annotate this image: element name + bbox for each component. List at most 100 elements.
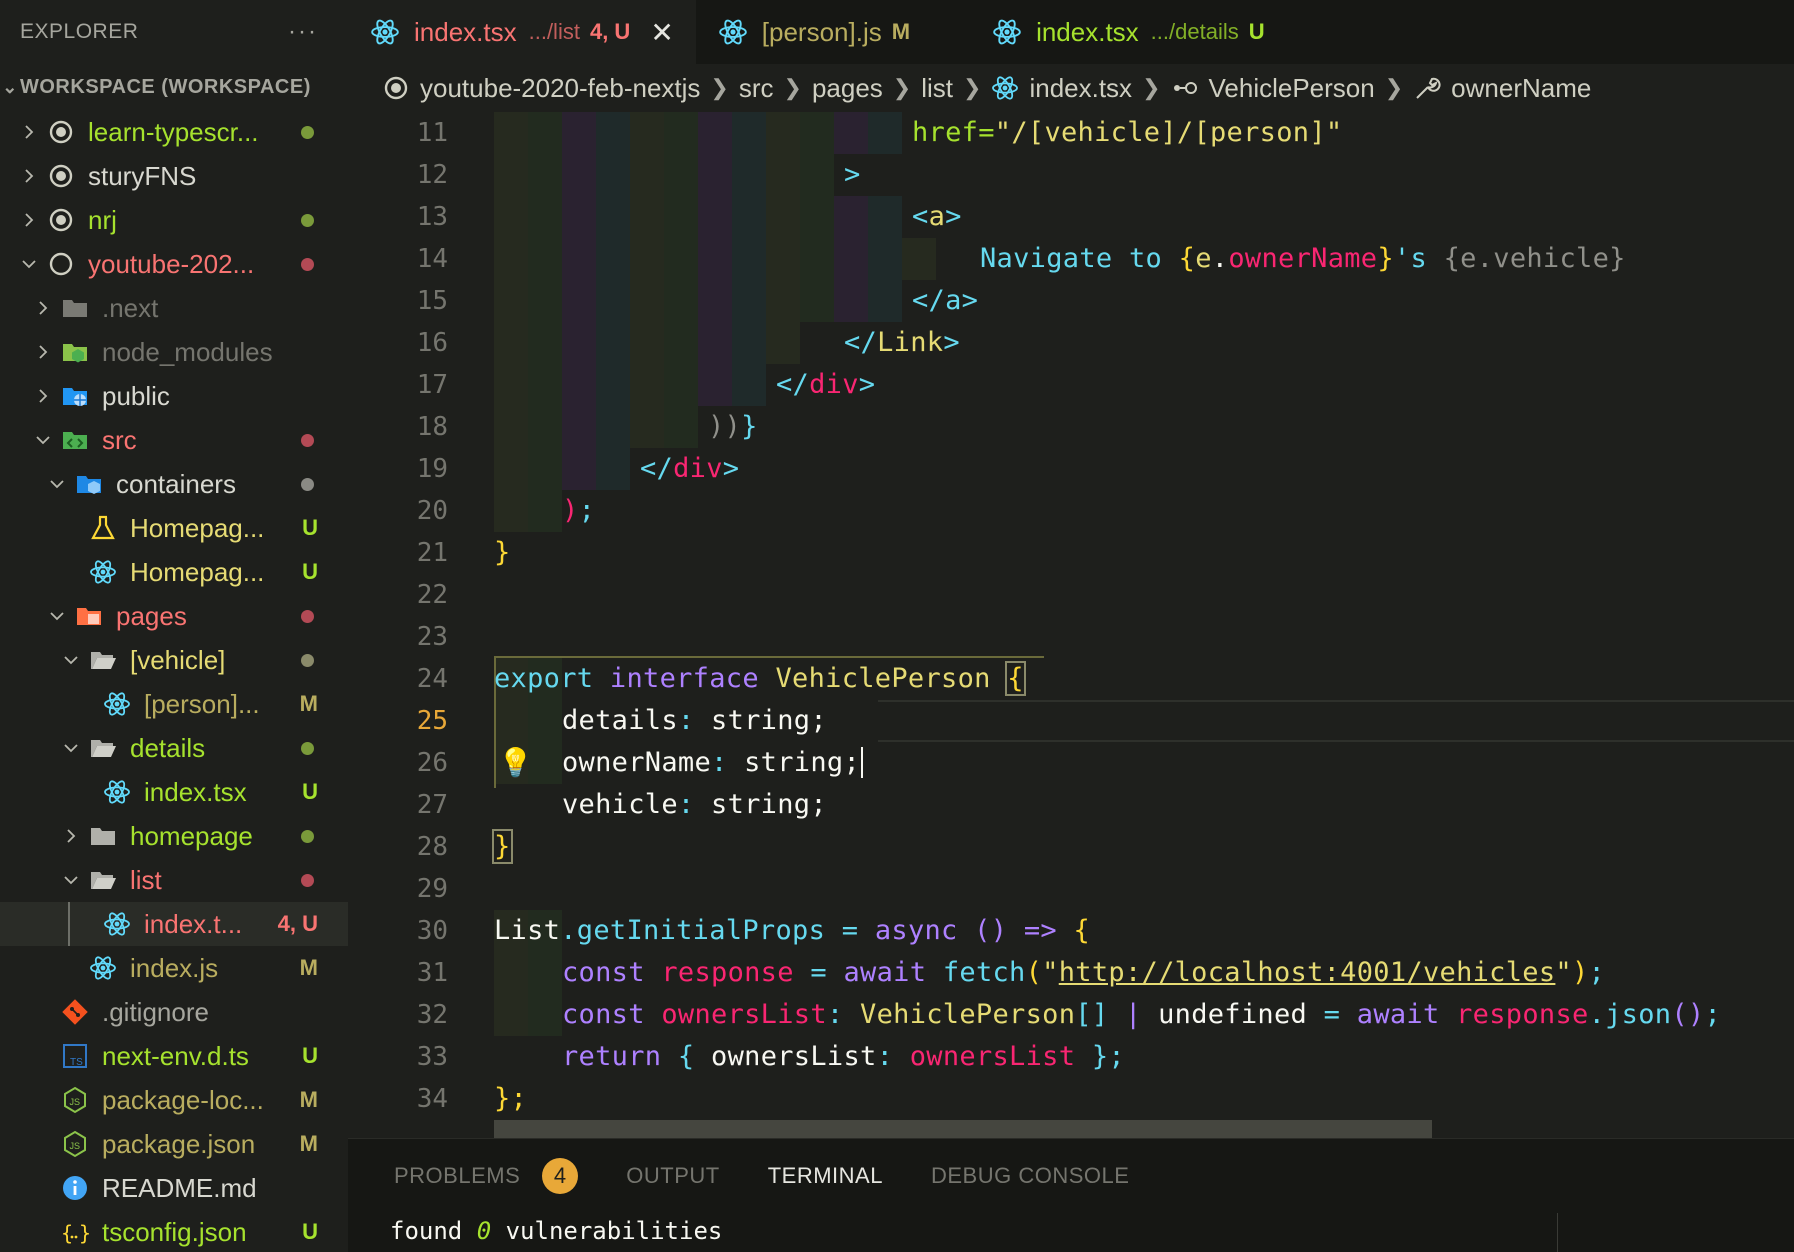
code-token: Navigate to <box>980 243 1179 274</box>
workspace-title: WORKSPACE (WORKSPACE) <box>20 75 311 98</box>
lightbulb-icon[interactable]: 💡 <box>498 742 533 784</box>
tree-item-pages-index-js[interactable]: index.js M <box>0 946 348 990</box>
breadcrumb-item[interactable]: youtube-2020-feb-nextjs <box>420 73 700 104</box>
chevron-down-icon: ⌄ <box>2 76 18 97</box>
breadcrumb-item[interactable]: VehiclePerson <box>1209 73 1375 104</box>
terminal-output[interactable]: found 0 vulnerabilities <box>390 1217 722 1245</box>
tree-item-list-index[interactable]: index.t... 4, U <box>0 902 348 946</box>
tree-item-sturyfns[interactable]: sturyFNS <box>0 154 348 198</box>
tree-item-containers[interactable]: containers <box>0 462 348 506</box>
breadcrumb-item[interactable]: list <box>921 73 953 104</box>
text-cursor <box>861 747 864 778</box>
indent-guide <box>698 112 732 406</box>
folder-open-icon <box>88 645 118 675</box>
pages-folder-icon <box>74 601 104 631</box>
code-token: ownersList <box>909 1041 1076 1072</box>
tab-output[interactable]: OUTPUT <box>626 1163 719 1189</box>
tab-list-index[interactable]: index.tsx .../list 4, U ✕ <box>348 0 696 64</box>
code-token: response <box>1456 999 1589 1030</box>
react-icon <box>718 17 748 47</box>
tab-details-index[interactable]: index.tsx .../details U <box>932 0 1287 64</box>
code-line: > <box>844 154 861 196</box>
code-editor[interactable]: 11 12 13 14 15 16 17 18 19 20 21 22 23 2… <box>348 112 1794 1138</box>
tree-item-pages[interactable]: pages <box>0 594 348 638</box>
chevron-right-icon: ❯ <box>783 75 802 100</box>
line-number: 18 <box>416 412 448 442</box>
code-line: return { ownersList: ownersList }; <box>562 1041 1125 1072</box>
breadcrumb-item[interactable]: src <box>739 73 774 104</box>
code-token: await <box>843 957 927 988</box>
tab-problems[interactable]: PROBLEMS 4 <box>394 1158 579 1194</box>
line-number: 23 <box>416 622 448 652</box>
git-status: U <box>302 515 318 540</box>
tree-item-node-modules[interactable]: node_modules <box>0 330 348 374</box>
react-icon <box>992 17 1022 47</box>
svg-text:TS: TS <box>70 1057 83 1068</box>
code-token: = <box>1323 999 1341 1030</box>
tree-item-gitignore[interactable]: .gitignore <box>0 990 348 1034</box>
code-token: return <box>562 1041 662 1072</box>
tree-item-label: homepage <box>130 820 253 851</box>
tree-item-nrj[interactable]: nrj <box>0 198 348 242</box>
code-line: List.getInitialProps = async () => { <box>494 915 1091 946</box>
close-icon[interactable]: ✕ <box>650 16 673 49</box>
tree-item-homepage-test[interactable]: Homepag... U <box>0 506 348 550</box>
tree-item-vehicle[interactable]: [vehicle] <box>0 638 348 682</box>
tree-item-label: README.md <box>102 1172 257 1203</box>
tree-item-public[interactable]: public <box>0 374 348 418</box>
line-number: 21 <box>416 538 448 568</box>
tree-item-readme[interactable]: README.md <box>0 1166 348 1210</box>
more-actions-icon[interactable]: ··· <box>288 18 318 46</box>
tree-item-homepage-component[interactable]: Homepag... U <box>0 550 348 594</box>
chevron-right-icon <box>32 297 54 319</box>
line-number: 17 <box>416 370 448 400</box>
tree-item-tsconfig[interactable]: {} tsconfig.json U <box>0 1210 348 1252</box>
horizontal-scrollbar[interactable] <box>494 1120 1432 1138</box>
breadcrumb-item[interactable]: pages <box>812 73 883 104</box>
terminal-split-divider[interactable] <box>1557 1213 1558 1252</box>
react-icon <box>102 909 132 939</box>
indent-guide <box>664 112 698 448</box>
code-token: {e.vehicle} <box>1443 243 1626 274</box>
workspace-header[interactable]: ⌄ WORKSPACE (WORKSPACE) <box>0 64 348 110</box>
tab-description: .../details <box>1150 19 1239 44</box>
tree-item-person[interactable]: [person]... M <box>0 682 348 726</box>
svg-text:JS: JS <box>70 1141 81 1151</box>
tree-item-details-index[interactable]: index.tsx U <box>0 770 348 814</box>
repo-icon <box>382 74 410 102</box>
tree-item-package-lock[interactable]: JS package-loc... M <box>0 1078 348 1122</box>
tree-item-src[interactable]: src <box>0 418 348 462</box>
current-line-highlight <box>878 700 1794 742</box>
code-token: { <box>1073 915 1091 946</box>
code-token: > <box>943 327 960 358</box>
code-token[interactable]: http://localhost:4001/vehicles <box>1059 957 1556 988</box>
terminal-text: found <box>390 1217 477 1245</box>
code-token: [] <box>1075 999 1109 1030</box>
code-token: { <box>1005 661 1026 696</box>
code-token: json <box>1605 999 1672 1030</box>
code-line: vehicle: string; <box>562 789 827 820</box>
chevron-down-icon <box>32 429 54 451</box>
tab-debug-console[interactable]: DEBUG CONSOLE <box>931 1163 1129 1189</box>
tree-item-package-json[interactable]: JS package.json M <box>0 1122 348 1166</box>
breadcrumb-item[interactable]: index.tsx <box>1029 73 1132 104</box>
tree-item-learn-typescript[interactable]: learn-typescr... <box>0 110 348 154</box>
chevron-down-icon <box>46 473 68 495</box>
git-status: M <box>299 1131 318 1156</box>
test-flask-icon <box>88 513 118 543</box>
tree-item-homepage[interactable]: homepage <box>0 814 348 858</box>
chevron-right-icon: ❯ <box>892 75 912 100</box>
code-line: details: string; <box>562 705 827 736</box>
tree-item-details[interactable]: details <box>0 726 348 770</box>
folder-icon <box>88 821 118 851</box>
tree-item-list[interactable]: list <box>0 858 348 902</box>
tab-person[interactable]: [person].js M <box>696 0 932 64</box>
code-token: interface <box>609 663 759 694</box>
tree-item-next[interactable]: .next <box>0 286 348 330</box>
tree-item-next-env[interactable]: TS next-env.d.ts U <box>0 1034 348 1078</box>
tree-item-youtube-root[interactable]: youtube-202... <box>0 242 348 286</box>
tab-terminal[interactable]: TERMINAL <box>768 1163 883 1189</box>
breadcrumb-item[interactable]: ownerName <box>1451 73 1591 104</box>
tree-item-label: details <box>130 732 206 763</box>
code-token: ownerName <box>1228 243 1378 274</box>
